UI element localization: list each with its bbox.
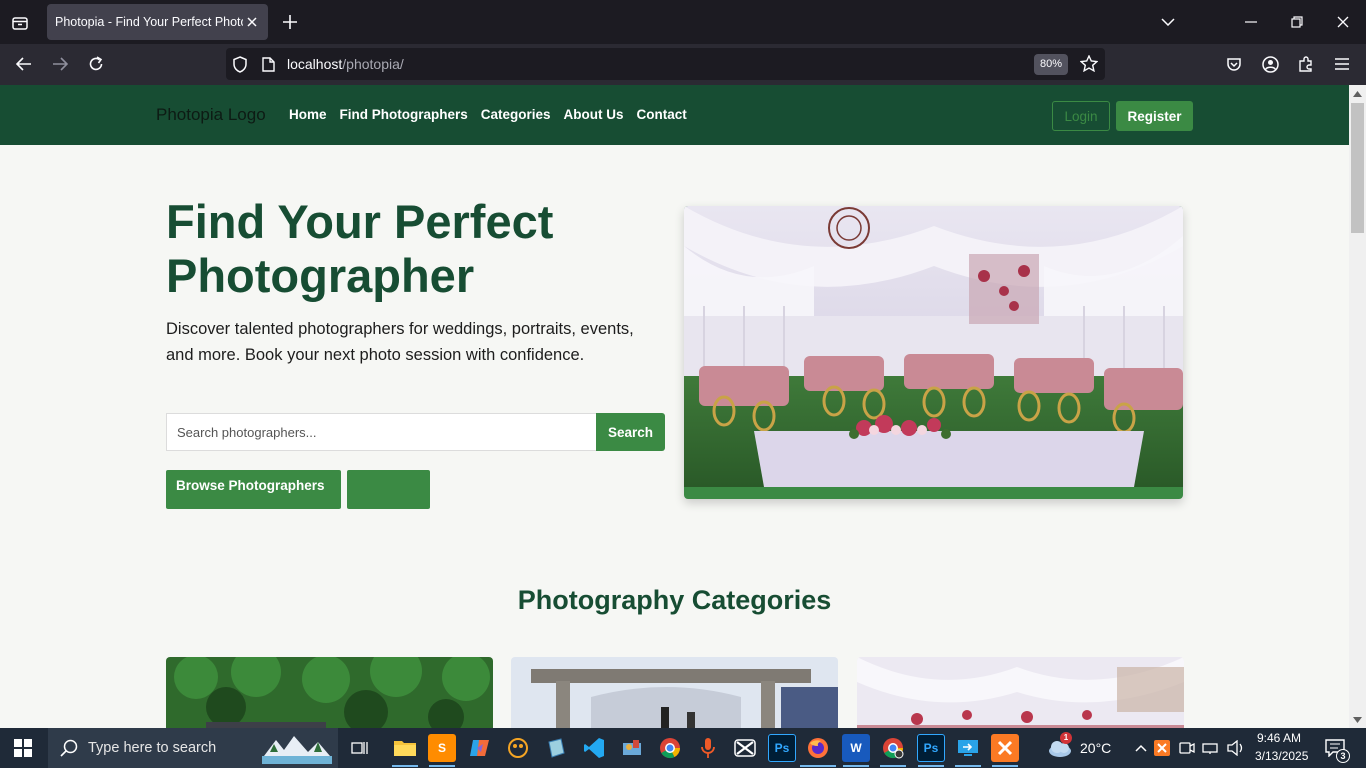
shield-icon[interactable] xyxy=(232,56,248,78)
network-icon[interactable] xyxy=(1200,734,1222,762)
category-card[interactable] xyxy=(857,657,1184,728)
meet-now-icon[interactable] xyxy=(1176,734,1198,762)
nav-link-home[interactable]: Home xyxy=(289,107,327,122)
site-nav: Home Find Photographers Categories About… xyxy=(289,107,687,122)
extensions-icon[interactable] xyxy=(1291,50,1321,78)
volume-icon[interactable] xyxy=(1225,734,1247,762)
file-explorer-icon[interactable] xyxy=(391,734,419,762)
copilot-icon[interactable] xyxy=(466,734,494,762)
taskbar-search-box[interactable]: Type here to search xyxy=(48,728,338,768)
back-arrow-icon[interactable] xyxy=(9,50,39,78)
browse-photographers-button[interactable]: Browse Photographers xyxy=(166,470,341,509)
secondary-cta-button[interactable] xyxy=(347,470,430,509)
restore-icon[interactable] xyxy=(1282,8,1312,36)
page-icon[interactable] xyxy=(262,57,275,77)
page-scrollbar[interactable] xyxy=(1349,85,1366,728)
notifications-icon[interactable]: 3 xyxy=(1321,734,1350,763)
account-icon[interactable] xyxy=(1255,50,1285,78)
close-tab-icon[interactable] xyxy=(244,14,260,30)
xampp-tray-icon[interactable] xyxy=(1151,734,1173,762)
site-logo[interactable]: Photopia Logo xyxy=(156,105,266,125)
search-input[interactable] xyxy=(166,413,598,451)
capcut-icon[interactable] xyxy=(731,734,759,762)
virtualbox-icon[interactable] xyxy=(542,734,570,762)
notifications-count: 3 xyxy=(1336,749,1350,763)
url-text[interactable]: localhost/photopia/ xyxy=(287,56,404,72)
url-path: /photopia/ xyxy=(342,56,404,72)
minimize-icon[interactable] xyxy=(1236,8,1266,36)
windows-taskbar: Type here to search S Ps W Ps 1 20°C 9:4… xyxy=(0,728,1366,768)
nav-link-contact[interactable]: Contact xyxy=(637,107,687,122)
tab-title: Photopia - Find Your Perfect Photographe… xyxy=(55,15,243,29)
zoom-level-badge[interactable]: 80% xyxy=(1034,54,1069,75)
close-window-icon[interactable] xyxy=(1328,8,1358,36)
sublime-text-icon[interactable]: S xyxy=(428,734,456,762)
reload-icon[interactable] xyxy=(81,50,111,78)
tab-list-icon[interactable] xyxy=(6,9,34,37)
bookmark-star-icon[interactable] xyxy=(1079,54,1099,77)
browser-nav-bar: localhost/photopia/ 80% xyxy=(0,44,1366,85)
photoshop-icon[interactable]: Ps xyxy=(768,734,796,762)
microphone-icon[interactable] xyxy=(694,734,722,762)
photoshop-window-icon[interactable]: Ps xyxy=(917,734,945,762)
browser-tab-bar: Photopia - Find Your Perfect Photographe… xyxy=(0,0,1366,44)
search-highlight-icon xyxy=(262,732,332,768)
scroll-down-arrow-icon[interactable] xyxy=(1349,711,1366,728)
control-panel-icon[interactable] xyxy=(618,734,646,762)
nav-link-about-us[interactable]: About Us xyxy=(564,107,624,122)
remote-desktop-icon[interactable] xyxy=(954,734,982,762)
xampp-icon[interactable] xyxy=(991,734,1019,762)
vscode-icon[interactable] xyxy=(580,734,608,762)
pocket-icon[interactable] xyxy=(1219,50,1249,78)
nav-link-find-photographers[interactable]: Find Photographers xyxy=(340,107,468,122)
clock-date[interactable]: 3/13/2025 xyxy=(1255,749,1308,763)
site-header: Photopia Logo Home Find Photographers Ca… xyxy=(0,85,1349,145)
category-photo-wedding xyxy=(857,657,1184,728)
hero-title: Find Your Perfect Photographer xyxy=(166,195,554,302)
hero-image xyxy=(684,206,1183,499)
scrollbar-thumb[interactable] xyxy=(1351,103,1364,233)
wedding-venue-photo xyxy=(684,206,1183,487)
search-icon xyxy=(60,739,78,762)
search-form: Search xyxy=(166,413,665,451)
task-view-icon[interactable] xyxy=(346,734,374,762)
firefox-icon[interactable] xyxy=(804,734,832,762)
hero-subtitle: Discover talented photographers for wedd… xyxy=(166,320,634,364)
clock-time[interactable]: 9:46 AM xyxy=(1257,731,1301,745)
category-card[interactable] xyxy=(166,657,493,728)
register-button[interactable]: Register xyxy=(1116,101,1193,131)
app-orange-icon[interactable] xyxy=(504,734,532,762)
weather-cloud-icon[interactable]: 1 xyxy=(1046,732,1074,762)
categories-section-title: Photography Categories xyxy=(517,585,832,615)
forward-arrow-icon[interactable] xyxy=(45,50,75,78)
word-icon[interactable]: W xyxy=(842,734,870,762)
url-bar[interactable]: localhost/photopia/ 80% xyxy=(226,48,1105,80)
scroll-up-arrow-icon[interactable] xyxy=(1349,85,1366,102)
category-photo-outdoor xyxy=(166,657,493,728)
search-button[interactable]: Search xyxy=(596,413,665,451)
page-viewport: Photopia Logo Home Find Photographers Ca… xyxy=(0,85,1349,728)
tab-overflow-chevron-icon[interactable] xyxy=(1153,8,1183,36)
menu-hamburger-icon[interactable] xyxy=(1327,50,1357,78)
weather-temperature[interactable]: 20°C xyxy=(1080,740,1111,756)
category-card[interactable] xyxy=(511,657,838,728)
weather-badge: 1 xyxy=(1060,732,1072,744)
chrome-icon[interactable] xyxy=(656,734,684,762)
active-tab[interactable]: Photopia - Find Your Perfect Photographe… xyxy=(47,4,268,40)
chrome-profile-icon[interactable] xyxy=(879,734,907,762)
taskbar-search-placeholder: Type here to search xyxy=(88,740,217,756)
category-photo-gate xyxy=(511,657,838,728)
windows-start-icon[interactable] xyxy=(14,739,32,762)
nav-link-categories[interactable]: Categories xyxy=(481,107,551,122)
new-tab-icon[interactable] xyxy=(278,9,302,35)
url-host: localhost xyxy=(287,56,343,72)
login-button[interactable]: Login xyxy=(1052,101,1110,131)
